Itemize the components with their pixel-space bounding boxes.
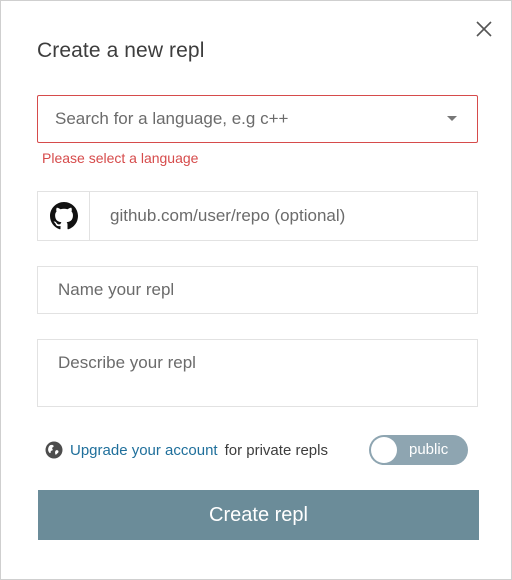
github-icon-box [38, 192, 90, 240]
language-select[interactable]: Search for a language, e.g c++ [37, 95, 478, 143]
github-icon [49, 202, 78, 230]
caret-down-icon [447, 116, 457, 121]
repl-description-input[interactable] [37, 339, 478, 407]
private-repls-text: for private repls [224, 441, 328, 459]
create-repl-modal: Create a new repl Search for a language,… [0, 0, 512, 580]
repl-name-input[interactable] [37, 266, 478, 314]
language-select-placeholder: Search for a language, e.g c++ [55, 109, 289, 128]
privacy-row: Upgrade your account for private repls [45, 438, 328, 462]
upgrade-account-link[interactable]: Upgrade your account [70, 442, 218, 459]
close-button[interactable] [473, 18, 495, 40]
close-icon [476, 21, 492, 37]
repo-import-field [37, 191, 478, 241]
toggle-knob [371, 437, 397, 463]
repo-url-input[interactable] [90, 192, 477, 240]
create-repl-button[interactable]: Create repl [38, 490, 479, 540]
globe-icon [45, 441, 63, 459]
modal-title: Create a new repl [37, 39, 205, 62]
visibility-toggle[interactable]: public [369, 435, 468, 465]
toggle-label: public [409, 441, 449, 458]
language-error-message: Please select a language [42, 150, 199, 166]
